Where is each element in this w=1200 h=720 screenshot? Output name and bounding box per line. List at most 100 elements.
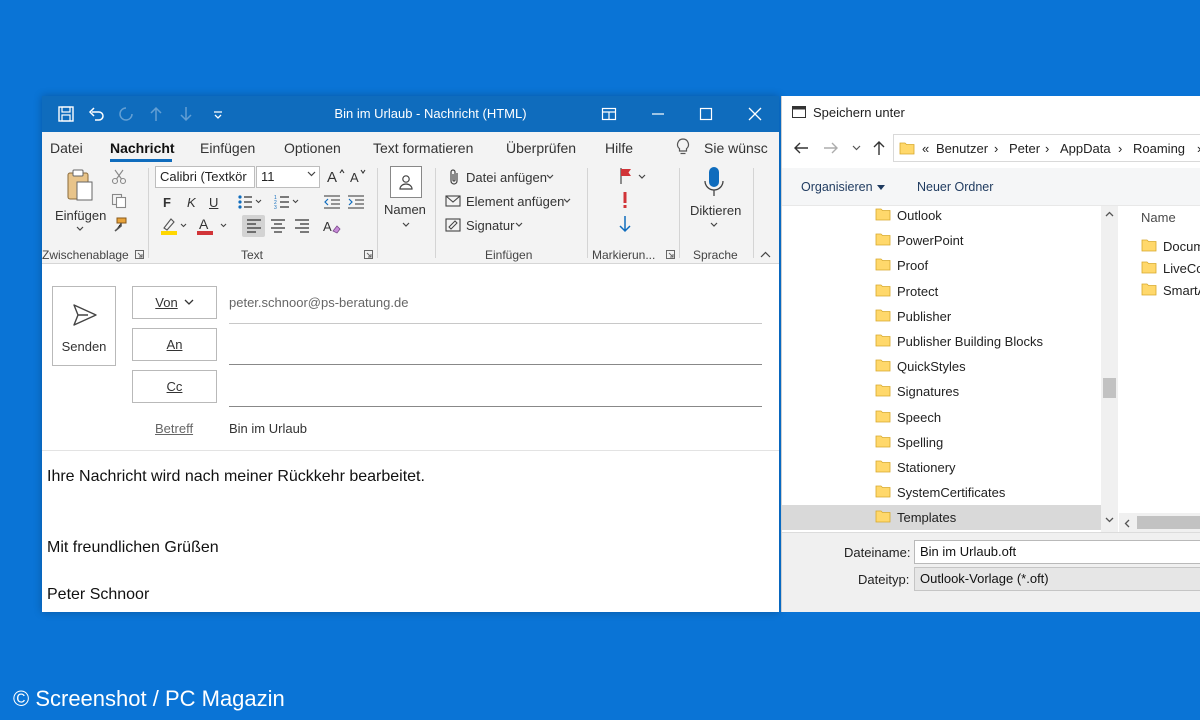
grow-font-icon[interactable]: A (326, 166, 346, 186)
collapse-ribbon-icon[interactable] (758, 248, 772, 260)
dictate-button[interactable]: Diktieren (690, 203, 741, 218)
tree-item[interactable]: PowerPoint (782, 228, 1101, 253)
send-button[interactable]: Senden (52, 286, 116, 366)
cc-button[interactable]: Cc (132, 370, 217, 403)
align-left-icon[interactable] (244, 217, 264, 235)
numbering-icon[interactable]: 123 (273, 192, 301, 212)
paste-dropdown-icon[interactable] (74, 224, 86, 234)
scroll-left-icon[interactable] (1122, 517, 1132, 529)
tree-item[interactable]: Outlook (782, 206, 1101, 228)
attach-file-button[interactable]: Datei anfügen (466, 170, 547, 185)
from-button[interactable]: Von (132, 286, 217, 319)
signature-button[interactable]: Signatur (466, 218, 514, 233)
increase-indent-icon[interactable] (346, 192, 366, 212)
ribbon-display-icon[interactable] (597, 102, 621, 126)
clipboard-launcher-icon[interactable] (133, 248, 145, 260)
breadcrumb-roaming[interactable]: Roaming (1133, 141, 1185, 156)
scroll-up-icon[interactable] (1103, 208, 1115, 220)
subject-field[interactable]: Bin im Urlaub (229, 421, 307, 436)
tab-hilfe[interactable]: Hilfe (605, 140, 633, 156)
dictate-dropdown-icon[interactable] (708, 220, 720, 230)
up-folder-icon[interactable] (870, 139, 888, 157)
align-right-icon[interactable] (292, 217, 312, 235)
list-item[interactable]: SmartA (1119, 279, 1200, 301)
bullets-icon[interactable] (236, 192, 264, 212)
tab-text-formatieren[interactable]: Text formatieren (373, 140, 473, 156)
organize-menu[interactable]: Organisieren (801, 180, 873, 194)
tree-item[interactable]: Protect (782, 279, 1101, 304)
tree-item[interactable]: Stationery (782, 455, 1101, 480)
tab-optionen[interactable]: Optionen (284, 140, 341, 156)
list-horizontal-scrollbar[interactable] (1119, 513, 1200, 532)
breadcrumb-appdata[interactable]: AppData (1060, 141, 1111, 156)
scroll-thumb[interactable] (1103, 378, 1116, 398)
cc-field[interactable] (229, 370, 762, 406)
font-color-icon[interactable]: A (196, 216, 230, 236)
lightbulb-icon[interactable] (674, 138, 692, 156)
font-name-select[interactable]: Calibri (Textkör (155, 166, 255, 188)
customize-icon[interactable] (208, 104, 228, 124)
names-dropdown-icon[interactable] (400, 220, 412, 230)
tree-item[interactable]: Proof (782, 253, 1101, 278)
paperclip-icon[interactable] (446, 168, 462, 186)
tab-nachricht[interactable]: Nachricht (110, 140, 175, 156)
new-folder-button[interactable]: Neuer Ordner (917, 180, 993, 194)
redo-icon[interactable] (116, 104, 136, 124)
attach-item-button[interactable]: Element anfügen (466, 194, 564, 209)
forward-icon[interactable] (822, 140, 840, 156)
tab-ueberpruefen[interactable]: Überprüfen (506, 140, 576, 156)
tree-item[interactable]: Publisher Building Blocks (782, 329, 1101, 354)
font-launcher-icon[interactable] (362, 248, 374, 260)
filename-input[interactable]: Bin im Urlaub.oft (914, 540, 1200, 564)
highlight-icon[interactable] (160, 216, 188, 236)
filetype-select[interactable]: Outlook-Vorlage (*.oft) (914, 567, 1200, 591)
tree-item[interactable]: Speech (782, 405, 1101, 430)
follow-up-flag-icon[interactable] (617, 166, 635, 186)
tree-item[interactable]: Templates (782, 505, 1101, 531)
format-painter-icon[interactable] (110, 216, 128, 234)
maximize-icon[interactable] (694, 102, 718, 126)
column-header-name[interactable]: Name (1141, 210, 1176, 225)
arrow-down-icon[interactable] (176, 104, 196, 124)
tell-me-search[interactable]: Sie wünsc (704, 140, 768, 156)
copy-icon[interactable] (110, 192, 128, 210)
scroll-thumb[interactable] (1137, 516, 1200, 529)
tab-einfuegen[interactable]: Einfügen (200, 140, 255, 156)
message-body[interactable]: Ihre Nachricht wird nach meiner Rückkehr… (42, 452, 779, 612)
align-center-icon[interactable] (268, 217, 288, 235)
decrease-indent-icon[interactable] (322, 192, 342, 212)
italic-button[interactable]: K (187, 195, 196, 210)
tree-item[interactable]: QuickStyles (782, 354, 1101, 379)
address-book-icon[interactable] (390, 166, 422, 198)
recent-locations-icon[interactable] (850, 143, 862, 153)
list-item[interactable]: Docum (1119, 235, 1200, 257)
minimize-icon[interactable] (646, 102, 670, 126)
font-size-select[interactable]: 11 (256, 166, 320, 188)
names-button[interactable]: Namen (384, 202, 426, 217)
arrow-up-icon[interactable] (146, 104, 166, 124)
cut-icon[interactable] (110, 168, 128, 186)
tab-datei[interactable]: Datei (50, 140, 83, 156)
tree-item[interactable]: SystemCertificates (782, 480, 1101, 505)
save-icon[interactable] (56, 104, 76, 124)
clear-formatting-icon[interactable]: A (322, 217, 342, 235)
back-icon[interactable] (792, 140, 810, 156)
shrink-font-icon[interactable]: A (348, 166, 368, 186)
to-button[interactable]: An (132, 328, 217, 361)
list-item[interactable]: LiveCo (1119, 257, 1200, 279)
paste-icon[interactable] (64, 168, 96, 202)
low-importance-icon[interactable] (618, 214, 632, 234)
tree-item[interactable]: Signatures (782, 379, 1101, 404)
paste-button[interactable]: Einfügen (55, 208, 106, 223)
bold-button[interactable]: F (163, 195, 171, 210)
to-field[interactable] (229, 328, 762, 364)
breadcrumb-peter[interactable]: Peter (1009, 141, 1040, 156)
attach-item-icon[interactable] (445, 192, 463, 210)
signature-icon[interactable] (445, 216, 463, 234)
tree-item[interactable]: Spelling (782, 430, 1101, 455)
address-bar[interactable]: « Benutzer › Peter › AppData › Roaming › (893, 134, 1200, 162)
underline-button[interactable]: U (209, 195, 218, 210)
tree-scrollbar[interactable] (1101, 206, 1118, 532)
microphone-icon[interactable] (702, 164, 726, 200)
tags-launcher-icon[interactable] (664, 248, 676, 260)
